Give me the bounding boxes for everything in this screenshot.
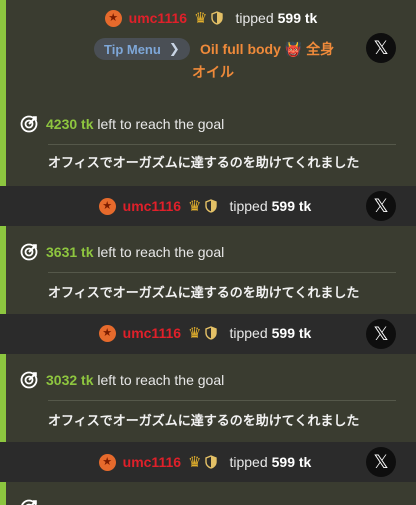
goal-description: オフィスでオーガズムに達するのを助けてくれました bbox=[48, 285, 360, 300]
tip-menu-button[interactable]: Tip Menu ❯ bbox=[94, 38, 190, 60]
menu-item-line1: Oil full body 👹 全身 bbox=[200, 41, 335, 57]
x-logo-icon[interactable]: 𝕏 bbox=[366, 191, 396, 221]
goal-remaining-amount: 3032 tk bbox=[46, 372, 94, 388]
tip-amount: 599 tk bbox=[271, 325, 312, 341]
x-logo-icon[interactable]: 𝕏 bbox=[366, 319, 396, 349]
tip-message-row: ★ umc1116 ♛ tipped 599 tk 𝕏 bbox=[0, 186, 416, 226]
username[interactable]: umc1116 bbox=[123, 198, 181, 214]
crown-icon: ♛ bbox=[188, 453, 202, 471]
goal-target-icon bbox=[20, 243, 38, 261]
tip-amount: 599 tk bbox=[271, 198, 312, 214]
goal-target-icon bbox=[20, 499, 38, 505]
tip-menu-label: Tip Menu bbox=[104, 41, 161, 57]
tip-menu-item: Oil full body 👹 全身 bbox=[200, 37, 334, 61]
tipped-label: tipped bbox=[235, 10, 274, 26]
tip-amount: 599 tk bbox=[277, 10, 318, 26]
star-badge-icon: ★ bbox=[104, 9, 122, 27]
goal-target-icon bbox=[20, 115, 38, 133]
goal-card-partial bbox=[0, 482, 416, 505]
goal-line: 3032 tk left to reach the goal bbox=[20, 371, 224, 389]
tip-message-row: ★ umc1116 ♛ tipped 599 tk 𝕏 bbox=[0, 442, 416, 482]
shield-icon bbox=[205, 326, 218, 340]
goal-text: left to reach the goal bbox=[97, 244, 225, 260]
tip-message-row: ★ umc1116 ♛ tipped 599 tk 𝕏 bbox=[0, 314, 416, 354]
divider bbox=[48, 272, 396, 273]
tip-menu-item-continued: オイル bbox=[192, 60, 234, 84]
crown-icon: ♛ bbox=[188, 197, 202, 215]
goal-line bbox=[20, 499, 38, 505]
crown-icon: ♛ bbox=[194, 9, 208, 27]
goal-target-icon bbox=[20, 371, 38, 389]
shield-icon bbox=[205, 455, 218, 469]
goal-card: 3631 tk left to reach the goal オフィスでオーガズ… bbox=[0, 226, 416, 314]
goal-description: オフィスでオーガズムに達するのを助けてくれました bbox=[48, 155, 360, 170]
tipped-label: tipped bbox=[229, 198, 268, 214]
goal-text: left to reach the goal bbox=[97, 116, 225, 132]
star-badge-icon: ★ bbox=[98, 324, 116, 342]
username[interactable]: umc1116 bbox=[123, 325, 181, 341]
divider bbox=[48, 144, 396, 145]
tip-line: ★ umc1116 ♛ tipped 599 tk bbox=[0, 192, 410, 220]
x-logo-icon[interactable]: 𝕏 bbox=[366, 33, 396, 63]
shield-icon bbox=[205, 199, 218, 213]
username[interactable]: umc1116 bbox=[129, 10, 187, 26]
goal-line: 3631 tk left to reach the goal bbox=[20, 243, 224, 261]
goal-line: 4230 tk left to reach the goal bbox=[20, 115, 224, 133]
goal-description: オフィスでオーガズムに達するのを助けてくれました bbox=[48, 413, 360, 428]
shield-icon bbox=[211, 11, 224, 25]
crown-icon: ♛ bbox=[188, 324, 202, 342]
chevron-right-icon: ❯ bbox=[168, 41, 180, 56]
tipped-label: tipped bbox=[229, 325, 268, 341]
tip-line: ★ umc1116 ♛ tipped 599 tk bbox=[6, 4, 416, 32]
star-badge-icon: ★ bbox=[98, 453, 116, 471]
tipped-label: tipped bbox=[229, 454, 268, 470]
tip-line: ★ umc1116 ♛ tipped 599 tk bbox=[0, 448, 410, 476]
tip-line: ★ umc1116 ♛ tipped 599 tk bbox=[0, 319, 410, 347]
goal-card: 4230 tk left to reach the goal オフィスでオーガズ… bbox=[0, 97, 416, 186]
menu-item-line2: オイル bbox=[192, 64, 234, 80]
tip-message-card: ★ umc1116 ♛ tipped 599 tk Tip Menu ❯ Oil… bbox=[0, 0, 416, 97]
goal-card: 3032 tk left to reach the goal オフィスでオーガズ… bbox=[0, 354, 416, 442]
x-logo-icon[interactable]: 𝕏 bbox=[366, 447, 396, 477]
star-badge-icon: ★ bbox=[98, 197, 116, 215]
tip-amount: 599 tk bbox=[271, 454, 312, 470]
divider bbox=[48, 400, 396, 401]
username[interactable]: umc1116 bbox=[123, 454, 181, 470]
goal-text: left to reach the goal bbox=[97, 372, 225, 388]
goal-remaining-amount: 4230 tk bbox=[46, 116, 94, 132]
goal-remaining-amount: 3631 tk bbox=[46, 244, 94, 260]
